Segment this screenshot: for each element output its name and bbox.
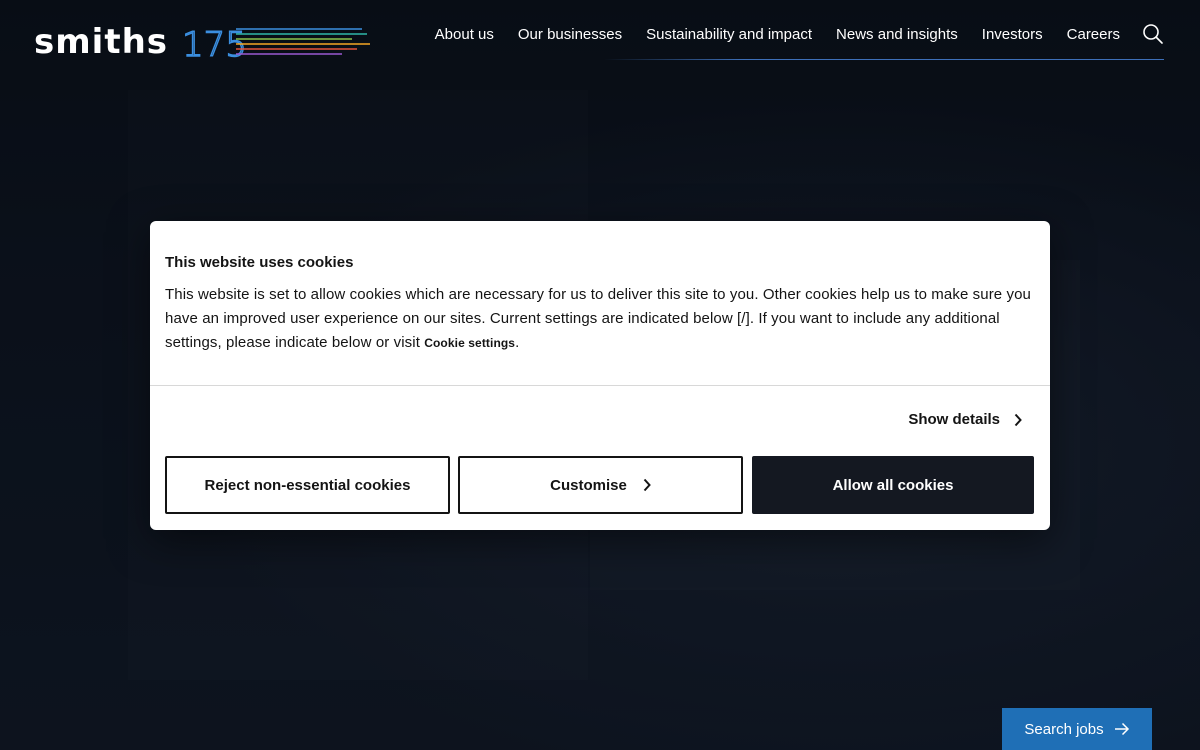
nav-item-investors[interactable]: Investors xyxy=(982,24,1043,46)
allow-all-cookies-button[interactable]: Allow all cookies xyxy=(752,456,1034,514)
logo-wordmark: smiths xyxy=(34,22,169,62)
cookie-text-end: . xyxy=(515,334,520,351)
cookie-dialog-title: This website uses cookies xyxy=(165,254,354,271)
search-icon[interactable] xyxy=(1142,23,1164,45)
chevron-right-icon xyxy=(1014,413,1022,426)
nav-underline xyxy=(604,59,1164,60)
cookie-settings-link[interactable]: Cookie settings xyxy=(424,336,515,350)
reject-cookies-button[interactable]: Reject non-essential cookies xyxy=(165,456,450,514)
main-nav: About us Our businesses Sustainability a… xyxy=(435,24,1120,46)
smiths-logo[interactable]: smiths 175 xyxy=(34,22,372,62)
site-header: smiths 175 About us Our businesses Susta… xyxy=(0,0,1200,80)
search-jobs-label: Search jobs xyxy=(1024,720,1104,738)
nav-item-our-businesses[interactable]: Our businesses xyxy=(518,24,622,46)
reject-cookies-label: Reject non-essential cookies xyxy=(204,476,411,494)
customise-label: Customise xyxy=(550,476,627,494)
cookie-dialog-text: This website is set to allow cookies whi… xyxy=(165,283,1035,355)
nav-item-news[interactable]: News and insights xyxy=(836,24,958,46)
nav-item-about-us[interactable]: About us xyxy=(435,24,494,46)
arrow-right-icon xyxy=(1114,722,1129,736)
nav-item-sustainability[interactable]: Sustainability and impact xyxy=(646,24,812,46)
175-anniversary-mark: 175 xyxy=(182,25,371,59)
customise-button[interactable]: Customise xyxy=(458,456,743,514)
search-jobs-button[interactable]: Search jobs xyxy=(1002,708,1152,750)
show-details-label: Show details xyxy=(908,411,1000,428)
cookie-dialog: This website uses cookies This website i… xyxy=(150,221,1050,530)
cookie-divider xyxy=(150,385,1050,386)
allow-all-label: Allow all cookies xyxy=(832,476,954,494)
chevron-right-icon xyxy=(643,478,651,492)
cookie-text-body: This website is set to allow cookies whi… xyxy=(165,286,1031,351)
show-details-toggle[interactable]: Show details xyxy=(908,411,1022,428)
nav-item-careers[interactable]: Careers xyxy=(1067,24,1120,46)
